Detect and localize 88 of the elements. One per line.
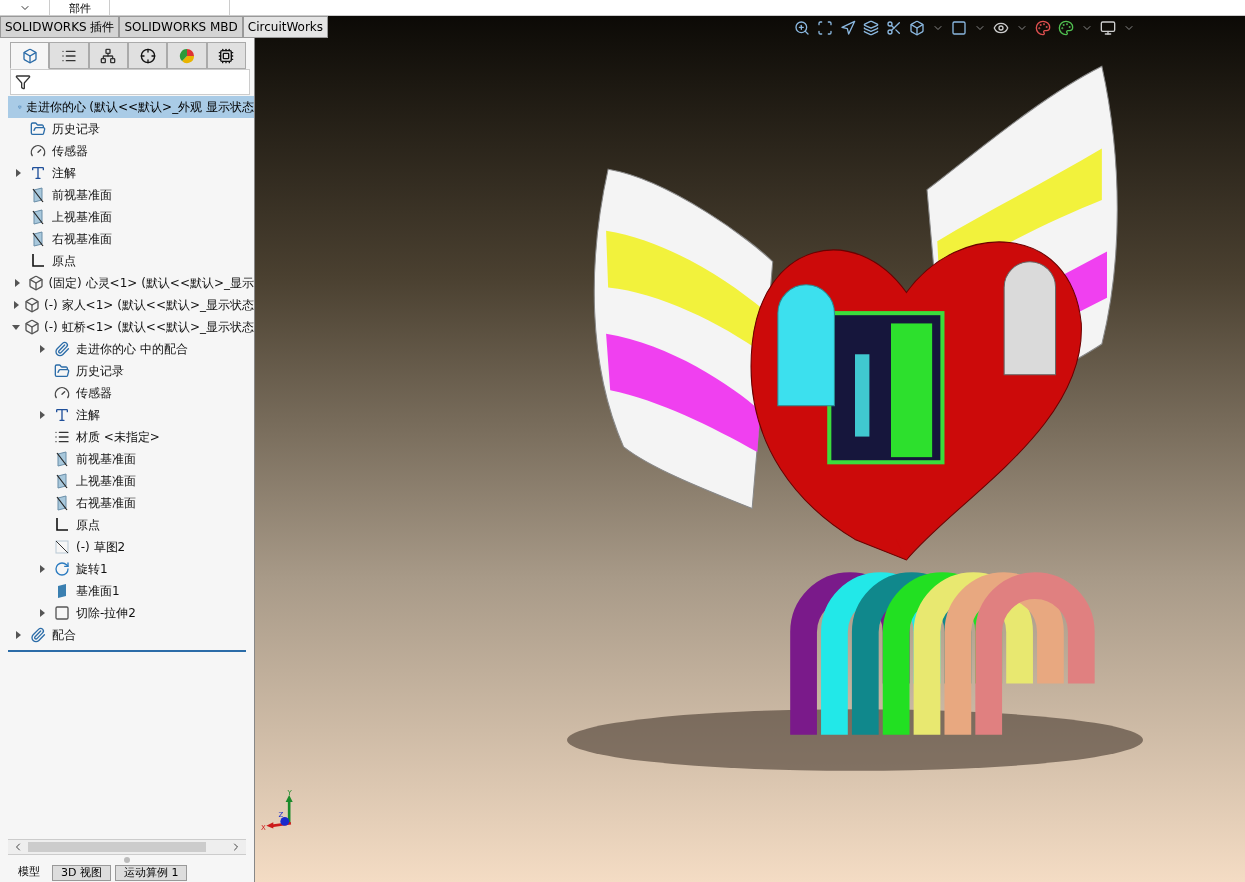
tree-item[interactable]: (-) 草图2 bbox=[76, 538, 126, 556]
material-icon bbox=[54, 429, 70, 445]
plane-icon bbox=[54, 451, 70, 467]
collapsed-caret-icon[interactable] bbox=[39, 565, 45, 573]
tree-item[interactable]: 注解 bbox=[76, 406, 100, 424]
collapsed-caret-icon[interactable] bbox=[39, 411, 45, 419]
root-tree-item[interactable]: 走进你的心 (默认<<默认>_外观 显示状态 bbox=[8, 96, 254, 118]
revolve-icon bbox=[54, 561, 70, 577]
tree-item[interactable]: 传感器 bbox=[52, 142, 88, 160]
annotation-icon bbox=[30, 165, 46, 181]
tree-item[interactable]: 前视基准面 bbox=[76, 450, 136, 468]
tree-item[interactable]: 传感器 bbox=[76, 384, 112, 402]
eye-icon[interactable] bbox=[993, 20, 1009, 36]
command-tab[interactable]: SOLIDWORKS 插件 bbox=[0, 16, 120, 38]
cube-icon bbox=[21, 47, 38, 64]
plane-icon bbox=[30, 209, 46, 225]
arrow-icon[interactable] bbox=[840, 20, 856, 36]
view-orientation-icon[interactable] bbox=[909, 20, 925, 36]
tree-item[interactable]: 上视基准面 bbox=[76, 472, 136, 490]
monitor-icon[interactable] bbox=[1100, 20, 1116, 36]
tree-item[interactable]: (-) 虹桥<1> (默认<<默认>_显示状态 bbox=[44, 318, 254, 336]
part-icon bbox=[24, 297, 41, 313]
tree-structure-icon bbox=[100, 47, 117, 64]
collapsed-caret-icon[interactable] bbox=[15, 169, 21, 177]
cut-extrude-icon bbox=[54, 605, 70, 621]
ribbon-label: 部件 bbox=[68, 3, 91, 15]
origin-axes-icon bbox=[54, 517, 70, 533]
tree-item[interactable]: 原点 bbox=[76, 516, 100, 534]
history-folder-icon bbox=[54, 363, 70, 379]
plane-icon bbox=[54, 473, 70, 489]
panel-tab[interactable] bbox=[206, 42, 246, 69]
model-tab[interactable]: 模型 bbox=[10, 865, 48, 879]
section-view-icon[interactable] bbox=[863, 20, 879, 36]
model-tab[interactable]: 运动算例 1 bbox=[114, 865, 188, 881]
axis-triad-drawing: Y Z X bbox=[261, 788, 305, 832]
tree-item[interactable]: 右视基准面 bbox=[52, 230, 112, 248]
tree-item[interactable]: (-) 家人<1> (默认<<默认>_显示状态 bbox=[44, 296, 254, 314]
tree-item[interactable]: 切除-拉伸2 bbox=[76, 604, 136, 622]
tree-item[interactable]: 右视基准面 bbox=[76, 494, 136, 512]
tree-item[interactable]: 旋转1 bbox=[76, 560, 108, 578]
zoom-area-icon[interactable] bbox=[817, 20, 833, 36]
tree-item[interactable]: 配合 bbox=[52, 626, 76, 644]
tree-item[interactable]: 历史记录 bbox=[52, 120, 100, 138]
origin-axes-icon bbox=[30, 253, 46, 269]
chip-icon bbox=[218, 47, 235, 64]
tree-item[interactable]: 前视基准面 bbox=[52, 186, 112, 204]
part-icon bbox=[24, 319, 41, 335]
tree-item[interactable]: (固定) 心灵<1> (默认<<默认>_显示 bbox=[48, 274, 254, 292]
palette-icon[interactable] bbox=[1035, 20, 1051, 36]
panel-tab[interactable] bbox=[88, 42, 128, 69]
tree-item[interactable]: 材质 <未指定> bbox=[76, 428, 160, 446]
collapsed-caret-icon[interactable] bbox=[15, 631, 21, 639]
collapsed-caret-icon[interactable] bbox=[39, 345, 45, 353]
scissors-icon[interactable] bbox=[886, 20, 902, 36]
color-wheel-icon bbox=[178, 47, 195, 64]
tree-item[interactable]: 上视基准面 bbox=[52, 208, 112, 226]
part-icon bbox=[27, 275, 44, 291]
tree-item[interactable]: 原点 bbox=[52, 252, 76, 270]
plane-icon bbox=[30, 231, 46, 247]
paperclip-folder-icon bbox=[54, 341, 70, 357]
tree-item[interactable]: 注解 bbox=[52, 164, 76, 182]
gauge-icon bbox=[54, 385, 70, 401]
model-tab[interactable]: 3D 视图 bbox=[52, 865, 111, 881]
collapsed-caret-icon[interactable] bbox=[14, 279, 20, 287]
display-style-icon[interactable] bbox=[951, 20, 967, 36]
plane-icon bbox=[30, 187, 46, 203]
paperclip-icon bbox=[30, 627, 46, 643]
expanded-caret-icon[interactable] bbox=[12, 324, 21, 330]
splitter-handle[interactable] bbox=[124, 857, 130, 863]
tree-item[interactable]: 基准面1 bbox=[76, 582, 120, 600]
tree-item: 走进你的心 (默认<<默认>_外观 显示状态 bbox=[25, 99, 254, 116]
tree-item[interactable]: 走进你的心 中的配合 bbox=[76, 340, 188, 358]
command-tab[interactable]: CircuitWorks bbox=[242, 16, 329, 38]
collapsed-caret-icon[interactable] bbox=[39, 609, 45, 617]
command-tab[interactable]: SOLIDWORKS MBD bbox=[119, 16, 243, 38]
sketch-icon bbox=[54, 539, 70, 555]
gauge-icon bbox=[30, 143, 46, 159]
annotation-icon bbox=[54, 407, 70, 423]
collapsed-caret-icon[interactable] bbox=[13, 301, 19, 309]
scrollbar-thumb[interactable] bbox=[28, 842, 206, 852]
history-folder-icon bbox=[30, 121, 46, 137]
filter-icon[interactable] bbox=[15, 74, 31, 90]
crosshair-icon bbox=[139, 47, 156, 64]
plane-icon bbox=[54, 495, 70, 511]
tree-item[interactable]: 历史记录 bbox=[76, 362, 124, 380]
palette-icon[interactable] bbox=[1058, 20, 1074, 36]
zoom-icon[interactable] bbox=[794, 20, 810, 36]
panel-tab[interactable] bbox=[128, 42, 168, 69]
